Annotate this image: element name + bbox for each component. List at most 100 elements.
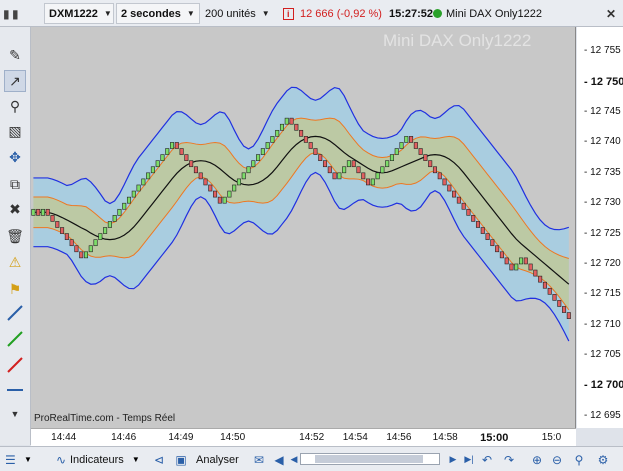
time-tick-label: 14:46 bbox=[111, 432, 137, 443]
price-tick-label: - 12 720 bbox=[584, 257, 621, 269]
analyzer-icon: ▣ bbox=[175, 452, 187, 467]
renko-brick-down bbox=[504, 257, 509, 265]
renko-brick-down bbox=[289, 117, 294, 125]
indicators-button[interactable]: ∿ Indicateurs ▼ bbox=[52, 450, 140, 469]
redo-icon[interactable]: ↷ bbox=[500, 450, 518, 469]
collapse-icon[interactable]: ▼ bbox=[4, 403, 26, 425]
time-tick-label: 15:0 bbox=[541, 432, 562, 443]
price-tick-label: - 12 740 bbox=[584, 136, 621, 148]
alert-icon[interactable]: ⚑ bbox=[4, 278, 26, 300]
renko-brick-up bbox=[222, 196, 227, 204]
symbol-dropdown[interactable]: DXM1222 ▼ bbox=[44, 3, 114, 24]
tools-icon[interactable]: ✖ bbox=[4, 198, 26, 220]
close-icon[interactable]: ✕ bbox=[606, 3, 616, 24]
chevron-down-icon: ▼ bbox=[261, 9, 270, 18]
renko-brick-down bbox=[303, 136, 308, 143]
renko-brick-up bbox=[519, 257, 524, 265]
price-tick-label: - 12 700 bbox=[584, 379, 623, 392]
time-tick-label: 14:52 bbox=[299, 432, 325, 443]
undo-icon[interactable]: ↶ bbox=[478, 450, 496, 469]
info-icon[interactable]: i bbox=[283, 3, 294, 24]
search-icon[interactable]: ⚲ bbox=[570, 450, 588, 469]
renko-brick-down bbox=[547, 287, 552, 295]
zoom-fit-icon[interactable]: ⊖ bbox=[548, 450, 566, 469]
renko-brick-down bbox=[557, 300, 562, 307]
renko-brick-up bbox=[165, 148, 170, 155]
renko-brick-down bbox=[299, 129, 304, 137]
price-axis[interactable]: - 12 755 - 12 750 - 12 745 - 12 740 - 12 735… bbox=[577, 27, 623, 428]
price-tick-label: - 12 730 bbox=[584, 197, 621, 209]
renko-brick-down bbox=[208, 184, 213, 192]
share-icon[interactable]: ⊲ bbox=[150, 450, 168, 469]
red-line-icon[interactable] bbox=[4, 354, 26, 376]
renko-brick-down bbox=[184, 154, 189, 161]
renko-brick-down bbox=[318, 154, 323, 161]
zoom-in-icon[interactable]: ⊕ bbox=[528, 450, 546, 469]
renko-brick-down bbox=[351, 160, 356, 168]
pin-icon-2[interactable]: ▮ bbox=[12, 3, 19, 24]
renko-brick-down bbox=[55, 221, 60, 228]
renko-brick-down bbox=[198, 172, 203, 180]
renko-brick-down bbox=[69, 239, 74, 247]
bottom-menu[interactable]: ☰ bbox=[5, 450, 16, 469]
renko-brick-down bbox=[542, 281, 547, 289]
time-axis[interactable]: 14:44 14:46 14:49 14:50 14:52 14:54 14:56 14:58… bbox=[31, 428, 576, 446]
chart-area[interactable]: Mini DAX Only1222 ProRealTime.com - Temp… bbox=[31, 27, 576, 428]
renko-brick-down bbox=[495, 245, 500, 253]
renko-brick-up bbox=[131, 190, 136, 198]
price-tick-label: - 12 725 bbox=[584, 227, 621, 239]
timeframe-label: 2 secondes bbox=[121, 7, 181, 20]
green-line-icon[interactable] bbox=[4, 328, 26, 350]
instrument-label: Mini DAX Only1222 bbox=[446, 7, 542, 20]
zoom-icon[interactable]: ⚲ bbox=[4, 95, 26, 117]
analyzer-label: Analyser bbox=[196, 453, 239, 466]
renko-brick-up bbox=[241, 172, 246, 180]
units-dropdown[interactable]: 200 unités ▼ bbox=[205, 3, 270, 24]
renko-brick-down bbox=[432, 166, 437, 174]
comment-icon[interactable]: ✉ bbox=[250, 450, 268, 469]
time-tick-label: 14:49 bbox=[168, 432, 194, 443]
renko-brick-down bbox=[45, 208, 50, 216]
units-label: 200 unités bbox=[205, 7, 256, 20]
renko-brick-up bbox=[146, 172, 151, 180]
renko-brick-up bbox=[40, 208, 45, 216]
pin-icon[interactable]: ▮ bbox=[3, 3, 10, 24]
renko-brick-up bbox=[514, 263, 519, 271]
chevron-down-icon[interactable]: ▼ bbox=[24, 450, 32, 469]
crosshair-icon[interactable]: ✥ bbox=[4, 146, 26, 168]
chevron-down-icon: ▼ bbox=[103, 9, 112, 18]
renko-brick-up bbox=[337, 172, 342, 180]
renko-brick-down bbox=[528, 263, 533, 271]
settings-icon[interactable]: ⚙ bbox=[594, 450, 612, 469]
timeframe-dropdown[interactable]: 2 secondes ▼ bbox=[116, 3, 200, 24]
horizontal-line-icon[interactable] bbox=[4, 379, 26, 401]
renko-brick-up bbox=[227, 190, 232, 198]
time-scrollbar[interactable] bbox=[300, 453, 440, 465]
renko-brick-up bbox=[256, 154, 261, 161]
renko-brick-up bbox=[98, 233, 103, 240]
renko-brick-down bbox=[461, 202, 466, 210]
renko-brick-up bbox=[385, 160, 390, 168]
scroll-end-icon[interactable]: ▶| bbox=[460, 450, 478, 469]
cursor-icon[interactable]: ↗ bbox=[4, 70, 26, 92]
renko-brick-down bbox=[308, 142, 313, 149]
renko-brick-up bbox=[155, 160, 160, 168]
renko-brick-up bbox=[232, 184, 237, 192]
analyzer-button[interactable]: ▣ Analyser bbox=[172, 450, 239, 469]
line-tool-icon[interactable] bbox=[4, 302, 26, 324]
copy-icon[interactable]: ⧉ bbox=[4, 173, 26, 195]
renko-chart[interactable] bbox=[31, 27, 576, 428]
renko-brick-down bbox=[566, 312, 571, 319]
renko-brick-down bbox=[499, 251, 504, 259]
pencil-icon[interactable]: ✎ bbox=[4, 44, 26, 66]
scrollbar-thumb[interactable] bbox=[315, 455, 423, 463]
alert-remove-icon[interactable]: ⚠ bbox=[4, 251, 26, 273]
renko-brick-up bbox=[246, 166, 251, 174]
ruler-icon[interactable]: ▧ bbox=[4, 120, 26, 142]
renko-brick-down bbox=[523, 257, 528, 265]
renko-brick-up bbox=[251, 160, 256, 168]
trash-icon[interactable]: 🗑 bbox=[4, 225, 26, 247]
time-tick-label: 14:50 bbox=[220, 432, 246, 443]
renko-brick-up bbox=[141, 178, 146, 186]
renko-brick-down bbox=[428, 160, 433, 168]
